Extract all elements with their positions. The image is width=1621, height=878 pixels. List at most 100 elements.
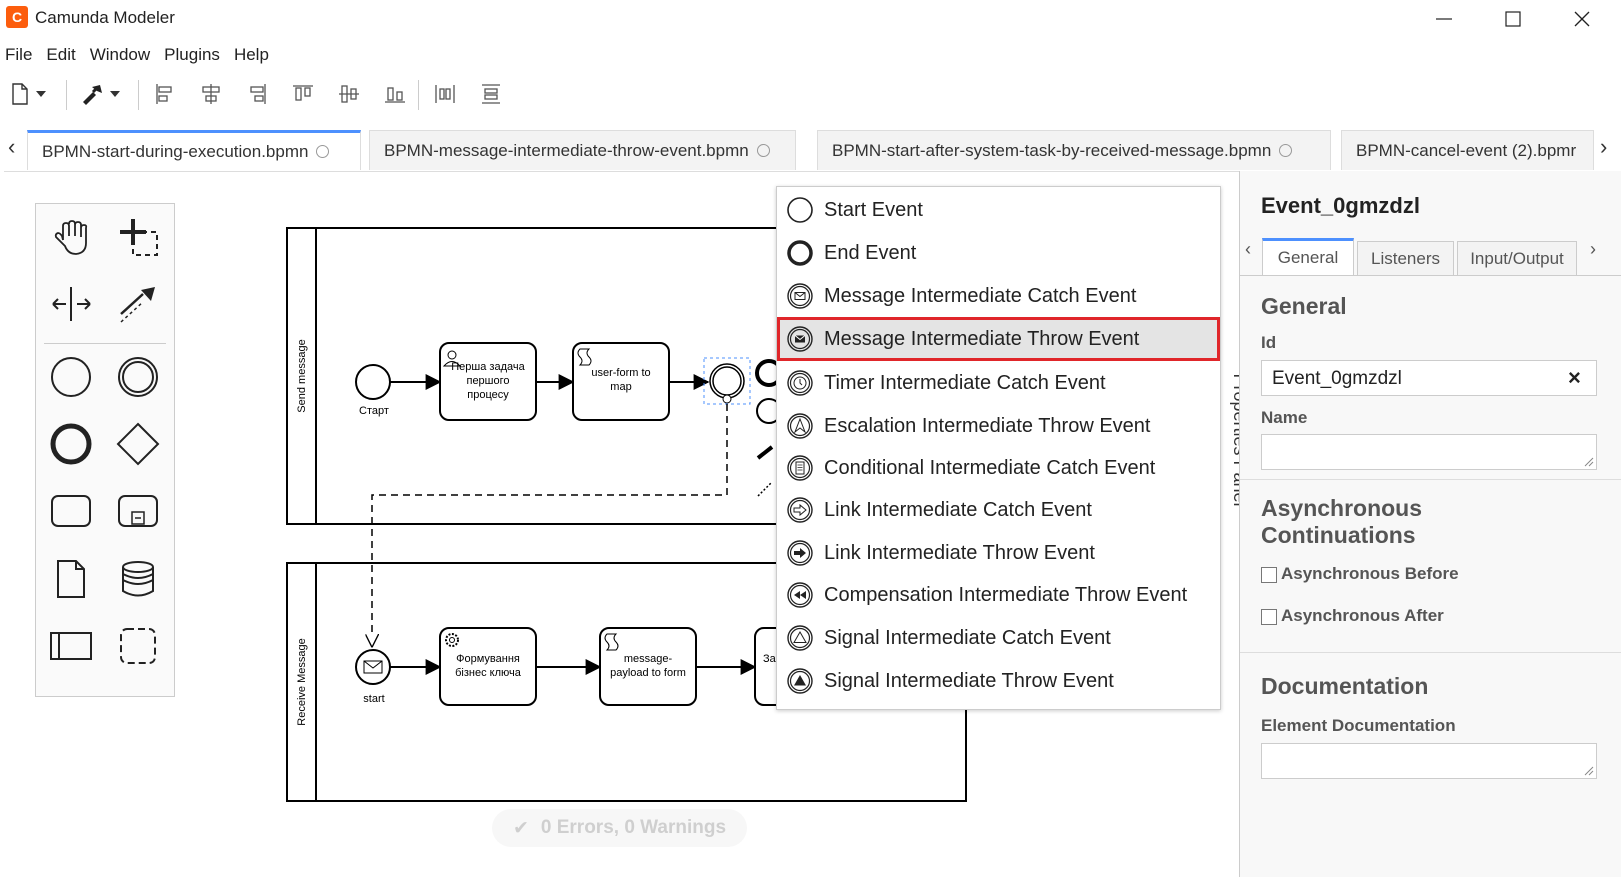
create-pool[interactable] bbox=[46, 621, 96, 671]
start-event-icon bbox=[51, 357, 91, 397]
popup-item-signal-throw[interactable]: Signal Intermediate Throw Event bbox=[777, 660, 1220, 702]
popup-item-label: Message Intermediate Throw Event bbox=[824, 327, 1140, 350]
maximize-button[interactable] bbox=[1482, 0, 1544, 38]
section-divider bbox=[1240, 479, 1621, 480]
conditional-icon bbox=[787, 455, 813, 481]
props-tab-scroll-right[interactable]: › bbox=[1590, 239, 1596, 260]
popup-item-timer-catch[interactable]: Timer Intermediate Catch Event bbox=[777, 362, 1220, 404]
clear-icon[interactable]: × bbox=[1568, 365, 1581, 391]
element-documentation-label: Element Documentation bbox=[1261, 716, 1456, 735]
minimize-button[interactable] bbox=[1413, 0, 1475, 38]
script-task-user-form-to-map[interactable]: user-form to map bbox=[572, 342, 670, 421]
task-label: message- bbox=[624, 653, 673, 665]
tool-palette bbox=[35, 203, 175, 697]
compensation-icon bbox=[787, 582, 813, 608]
create-subprocess[interactable] bbox=[113, 486, 163, 536]
task-label: user-form to bbox=[591, 367, 650, 379]
task-label: payload to form bbox=[610, 667, 686, 679]
selected-intermediate-event[interactable] bbox=[703, 357, 751, 405]
async-after-checkbox[interactable] bbox=[1261, 609, 1277, 625]
tab-cancel-event[interactable]: BPMN-cancel-event (2).bpmr bbox=[1341, 130, 1594, 170]
link-throw-icon bbox=[787, 540, 813, 566]
tab-scroll-right-button[interactable]: › bbox=[1600, 134, 1607, 160]
event-label: Старт bbox=[359, 405, 389, 417]
signal-throw-icon bbox=[787, 668, 813, 694]
space-tool-icon bbox=[52, 287, 91, 321]
popup-item-end-event[interactable]: End Event bbox=[777, 232, 1220, 274]
event-label: start bbox=[363, 693, 384, 705]
popup-item-label: Signal Intermediate Catch Event bbox=[824, 626, 1111, 649]
popup-item-link-catch[interactable]: Link Intermediate Catch Event bbox=[777, 489, 1220, 531]
popup-item-label: Timer Intermediate Catch Event bbox=[824, 371, 1106, 394]
message-throw-icon bbox=[787, 326, 813, 352]
task-label: бізнес ключа bbox=[455, 667, 522, 679]
signal-catch-icon bbox=[787, 625, 813, 651]
connect-icon bbox=[120, 287, 155, 323]
name-input[interactable] bbox=[1261, 434, 1597, 470]
popup-item-escalation-throw[interactable]: Escalation Intermediate Throw Event bbox=[777, 405, 1220, 447]
data-object-icon bbox=[57, 560, 85, 598]
pool-label: Send message bbox=[296, 339, 308, 412]
task-label: Перша задача bbox=[451, 361, 525, 373]
tab-label: BPMN-cancel-event (2).bpmr bbox=[1356, 140, 1577, 160]
task-icon bbox=[51, 495, 91, 527]
minimize-icon bbox=[1436, 18, 1452, 20]
create-end-event[interactable] bbox=[46, 419, 96, 469]
lasso-tool[interactable] bbox=[113, 212, 163, 262]
tabs-divider bbox=[1240, 275, 1621, 276]
task-label: Формування bbox=[456, 653, 520, 665]
popup-item-label: End Event bbox=[824, 241, 917, 264]
properties-panel-toggle[interactable]: Properties Panel bbox=[1219, 360, 1240, 524]
id-input[interactable]: Event_0gmzdzl × bbox=[1261, 360, 1597, 396]
maximize-icon bbox=[1505, 11, 1521, 27]
popup-item-start-event[interactable]: Start Event bbox=[777, 189, 1220, 231]
create-data-store[interactable] bbox=[113, 554, 163, 604]
close-button[interactable] bbox=[1551, 0, 1613, 38]
task-label: За bbox=[763, 653, 777, 665]
script-task-message-payload[interactable]: message- payload to form bbox=[599, 627, 697, 706]
resize-handle-icon bbox=[1584, 766, 1594, 776]
section-documentation-heading: Documentation bbox=[1261, 673, 1429, 699]
props-tab-general[interactable]: General bbox=[1262, 238, 1354, 276]
element-documentation-input[interactable] bbox=[1261, 743, 1597, 779]
create-group[interactable] bbox=[113, 621, 163, 671]
create-intermediate-event[interactable] bbox=[113, 352, 163, 402]
props-tab-listeners[interactable]: Listeners bbox=[1357, 241, 1454, 276]
section-async-heading: Asynchronous Continuations bbox=[1261, 495, 1423, 548]
popup-item-message-catch[interactable]: Message Intermediate Catch Event bbox=[777, 275, 1220, 317]
async-after-label: Asynchronous After bbox=[1281, 606, 1444, 625]
escalation-icon bbox=[787, 413, 813, 439]
popup-item-label: Compensation Intermediate Throw Event bbox=[824, 583, 1188, 606]
popup-item-label: Link Intermediate Catch Event bbox=[824, 498, 1092, 521]
end-event-icon bbox=[50, 423, 92, 465]
create-data-object[interactable] bbox=[46, 554, 96, 604]
resize-handle-icon bbox=[1584, 457, 1594, 467]
check-icon: ✔ bbox=[512, 817, 529, 839]
subprocess-icon bbox=[118, 495, 158, 527]
popup-item-signal-catch[interactable]: Signal Intermediate Catch Event bbox=[777, 617, 1220, 659]
async-before-checkbox[interactable] bbox=[1261, 567, 1277, 583]
hand-tool[interactable] bbox=[46, 212, 96, 262]
global-connect-tool[interactable] bbox=[113, 279, 163, 329]
create-task[interactable] bbox=[46, 486, 96, 536]
message-start-event[interactable]: start bbox=[355, 649, 391, 705]
popup-item-link-throw[interactable]: Link Intermediate Throw Event bbox=[777, 532, 1220, 574]
props-tab-scroll-left[interactable]: ‹ bbox=[1245, 239, 1251, 260]
popup-item-label: Link Intermediate Throw Event bbox=[824, 541, 1095, 564]
task-label: процесу bbox=[467, 389, 509, 401]
hand-icon bbox=[54, 220, 88, 255]
async-before-label: Asynchronous Before bbox=[1281, 564, 1459, 583]
gateway-icon bbox=[116, 422, 160, 466]
start-event-start[interactable]: Старт bbox=[355, 364, 391, 417]
start-event-icon bbox=[787, 197, 813, 223]
linting-status[interactable]: ✔ 0 Errors, 0 Warnings bbox=[492, 809, 747, 847]
create-gateway[interactable] bbox=[113, 419, 163, 469]
space-tool[interactable] bbox=[46, 279, 96, 329]
service-task-business-key[interactable]: Формування бізнес ключа bbox=[439, 627, 537, 706]
props-tab-input-output[interactable]: Input/Output bbox=[1457, 241, 1577, 276]
popup-item-compensation-throw[interactable]: Compensation Intermediate Throw Event bbox=[777, 574, 1220, 616]
user-task-first-task[interactable]: Перша задача першого процесу bbox=[439, 342, 537, 421]
create-start-event[interactable] bbox=[46, 352, 96, 402]
popup-item-conditional-catch[interactable]: Conditional Intermediate Catch Event bbox=[777, 447, 1220, 489]
popup-item-message-throw[interactable]: Message Intermediate Throw Event bbox=[777, 317, 1220, 361]
